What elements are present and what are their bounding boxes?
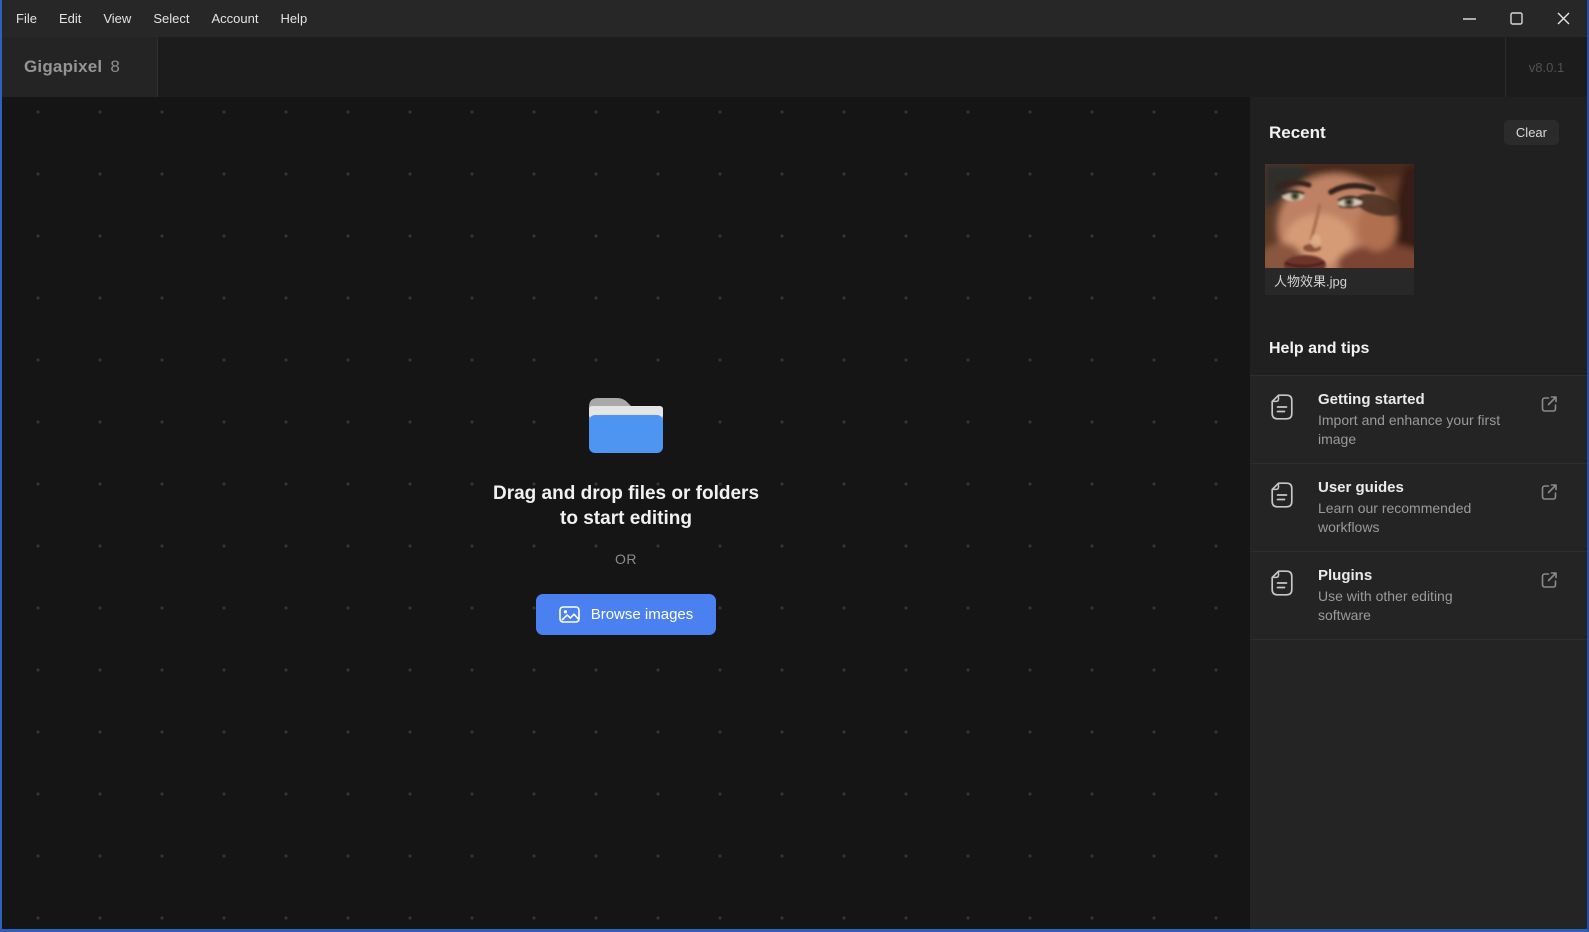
app-name: Gigapixel <box>24 57 102 77</box>
help-item-subtitle: Learn our recommended workflows <box>1318 499 1508 537</box>
image-icon <box>559 606 580 623</box>
or-divider-label: OR <box>615 551 637 567</box>
menu-items: File Edit View Select Account Help <box>2 0 318 37</box>
browse-images-label: Browse images <box>591 606 694 623</box>
help-item-getting-started[interactable]: Getting started Import and enhance your … <box>1250 376 1587 464</box>
help-item-title: Getting started <box>1318 391 1508 408</box>
drop-area: Drag and drop files or folders to start … <box>493 391 759 635</box>
menu-help[interactable]: Help <box>269 0 318 37</box>
folder-icon <box>587 391 665 453</box>
header-spacer <box>158 37 1505 97</box>
sidebar: Recent Clear <box>1250 97 1587 929</box>
menu-account[interactable]: Account <box>200 0 269 37</box>
app-logo[interactable]: Gigapixel 8 <box>2 37 158 97</box>
menu-edit[interactable]: Edit <box>48 0 92 37</box>
menu-file[interactable]: File <box>5 0 48 37</box>
app-header: Gigapixel 8 v8.0.1 <box>2 37 1587 97</box>
help-item-subtitle: Import and enhance your first image <box>1318 411 1508 449</box>
recent-header: Recent Clear <box>1250 97 1587 145</box>
menu-view[interactable]: View <box>92 0 142 37</box>
canvas-dropzone[interactable]: Drag and drop files or folders to start … <box>2 97 1250 929</box>
clear-recent-button[interactable]: Clear <box>1504 120 1559 145</box>
help-item-plugins[interactable]: Plugins Use with other editing software <box>1250 552 1587 640</box>
recent-thumbnail <box>1265 164 1414 268</box>
minimize-button[interactable] <box>1446 0 1493 37</box>
document-icon <box>1271 394 1293 420</box>
maximize-icon <box>1510 12 1523 25</box>
external-link-icon <box>1539 482 1559 502</box>
version-label: v8.0.1 <box>1505 37 1587 97</box>
recent-item[interactable]: 人物效果.jpg <box>1265 164 1414 295</box>
minimize-icon <box>1463 18 1476 20</box>
help-item-subtitle: Use with other editing software <box>1318 587 1508 625</box>
help-item-texts: Plugins Use with other editing software <box>1318 567 1508 625</box>
help-and-tips-title: Help and tips <box>1250 340 1587 376</box>
browse-images-button[interactable]: Browse images <box>536 594 717 635</box>
menu-bar: File Edit View Select Account Help <box>2 0 1587 37</box>
recent-title: Recent <box>1269 123 1326 143</box>
help-item-texts: User guides Learn our recommended workfl… <box>1318 479 1508 537</box>
app-version-number: 8 <box>110 57 119 77</box>
help-item-texts: Getting started Import and enhance your … <box>1318 391 1508 449</box>
help-item-user-guides[interactable]: User guides Learn our recommended workfl… <box>1250 464 1587 552</box>
external-link-icon <box>1539 570 1559 590</box>
sidebar-filler <box>1250 640 1587 929</box>
document-icon <box>1271 570 1293 596</box>
external-link-icon <box>1539 394 1559 414</box>
menu-select[interactable]: Select <box>142 0 200 37</box>
help-item-title: User guides <box>1318 479 1508 496</box>
dropzone-title: Drag and drop files or folders to start … <box>493 481 759 531</box>
recent-item-filename: 人物效果.jpg <box>1265 268 1414 295</box>
window-controls <box>1446 0 1587 37</box>
app-window: File Edit View Select Account Help <box>0 0 1589 932</box>
document-icon <box>1271 482 1293 508</box>
help-item-title: Plugins <box>1318 567 1508 584</box>
maximize-button[interactable] <box>1493 0 1540 37</box>
close-icon <box>1557 12 1570 25</box>
close-button[interactable] <box>1540 0 1587 37</box>
